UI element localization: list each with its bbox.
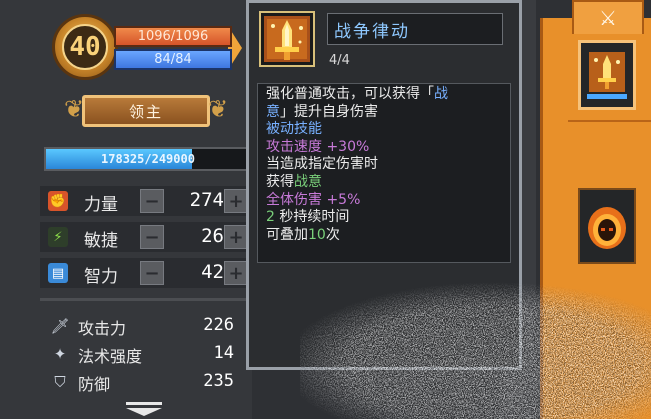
level-number: 40 — [62, 24, 108, 70]
skill-slot-selected[interactable] — [578, 40, 636, 110]
fire-skull-skill-icon — [588, 207, 626, 249]
tooltip-line: 被动技能 — [266, 121, 502, 139]
laurel-right-icon: ❦ — [208, 95, 229, 123]
shield-icon: ⛉ — [54, 373, 66, 391]
golden-sword-skill-icon — [589, 51, 625, 92]
tooltip-line: 攻击速度 +30% — [266, 139, 502, 157]
golden-sword-icon — [264, 16, 310, 62]
level-badge: 40 — [52, 14, 118, 80]
tooltip-text-segment: 意 — [266, 103, 280, 120]
tooltip-text-segment: 次 — [325, 226, 340, 243]
attr-row-attack: 🗡 攻击力 226 — [44, 313, 256, 339]
tooltip-text-segment: 当造成指定伤害时 — [266, 156, 378, 173]
tooltip-skill-icon-frame — [259, 11, 315, 67]
strength-minus-button[interactable]: − — [140, 189, 164, 213]
skill-slot-bar — [587, 93, 627, 99]
stat-value: 42 — [201, 261, 224, 283]
tooltip-stack-count: 4/4 — [329, 53, 350, 68]
stat-value: 274 — [189, 189, 224, 211]
tooltip-line: 全体伤害 +5% — [266, 192, 502, 210]
skill-slot[interactable] — [578, 188, 636, 264]
crossed-swords-icon[interactable]: ⚔ — [572, 0, 644, 34]
xp-text: 178325/249000 — [101, 152, 195, 166]
stat-row-agility: ⚡ 敏捷 − 26 + — [40, 222, 252, 252]
tooltip-text-segment: 秒持续时间 — [274, 209, 350, 226]
tooltip-text-segment: 可叠加 — [266, 226, 308, 243]
stat-label: 力量 — [84, 195, 118, 215]
tooltip-text-segment: 10 — [308, 226, 326, 243]
attr-row-spell-power: ✦ 法术强度 14 — [44, 341, 256, 367]
tooltip-text-segment: 」提升自身伤害 — [280, 103, 378, 120]
stat-label: 敏捷 — [84, 231, 118, 251]
character-title-plate[interactable]: 领主 — [82, 95, 210, 127]
wand-icon: ✦ — [53, 345, 67, 363]
attr-value: 226 — [203, 315, 234, 335]
noise-overlay — [300, 282, 651, 419]
strength-plus-button[interactable]: + — [224, 189, 248, 213]
stat-value: 26 — [201, 225, 224, 247]
tooltip-text-segment: 战 — [434, 86, 448, 102]
tooltip-line: 可叠加10次 — [266, 227, 502, 245]
attr-label: 攻击力 — [78, 319, 127, 338]
stat-label: 智力 — [84, 267, 118, 287]
tooltip-line: 获得战意 — [266, 174, 502, 192]
sword-icon: 🗡 — [50, 317, 70, 335]
mp-bar: 84/84 — [114, 49, 232, 70]
attr-label: 防御 — [78, 375, 111, 394]
strength-fist-icon: ✊ — [48, 191, 68, 211]
section-divider — [40, 298, 252, 301]
hp-bar: 1096/1096 — [114, 26, 232, 47]
tooltip-line: 当造成指定伤害时 — [266, 156, 502, 174]
tooltip-line: 2 秒持续时间 — [266, 209, 502, 227]
tooltip-text-segment: 被动技能 — [266, 121, 322, 138]
tooltip-text-segment: 强化普通攻击，可以获得「 — [266, 86, 434, 102]
attr-value: 14 — [213, 343, 234, 363]
slot-divider — [568, 120, 651, 122]
attr-value: 235 — [203, 371, 234, 391]
tooltip-text-segment: 战意 — [294, 173, 322, 190]
tooltip-line: 强化普通攻击，可以获得「战 — [266, 86, 502, 104]
stat-row-strength: ✊ 力量 − 274 + — [40, 186, 252, 216]
intelligence-plus-button[interactable]: + — [224, 261, 248, 285]
stat-row-intelligence: ▤ 智力 − 42 + — [40, 258, 252, 288]
scroll-down-chevron-icon[interactable] — [126, 402, 162, 416]
intelligence-book-icon: ▤ — [48, 263, 68, 283]
tooltip-text-segment: 攻击速度 +30% — [266, 138, 370, 155]
tooltip-text-segment: 2 — [266, 209, 275, 226]
tooltip-text-segment: 全体伤害 +5% — [266, 191, 361, 208]
xp-bar: 178325/249000 — [44, 147, 252, 171]
agility-plus-button[interactable]: + — [224, 225, 248, 249]
intelligence-minus-button[interactable]: − — [140, 261, 164, 285]
tooltip-text-segment: 获得 — [266, 173, 294, 190]
tooltip-description: 强化普通攻击，可以获得「战 意」提升自身伤害 被动技能 攻击速度 +30% 当造成指定伤… — [257, 83, 511, 263]
tooltip-title: 战争律动 — [327, 13, 503, 45]
agility-minus-button[interactable]: − — [140, 225, 164, 249]
agility-feather-icon: ⚡ — [48, 227, 68, 247]
attr-label: 法术强度 — [78, 347, 143, 366]
attr-row-defense: ⛉ 防御 235 — [44, 369, 256, 395]
tooltip-line: 意」提升自身伤害 — [266, 104, 502, 122]
